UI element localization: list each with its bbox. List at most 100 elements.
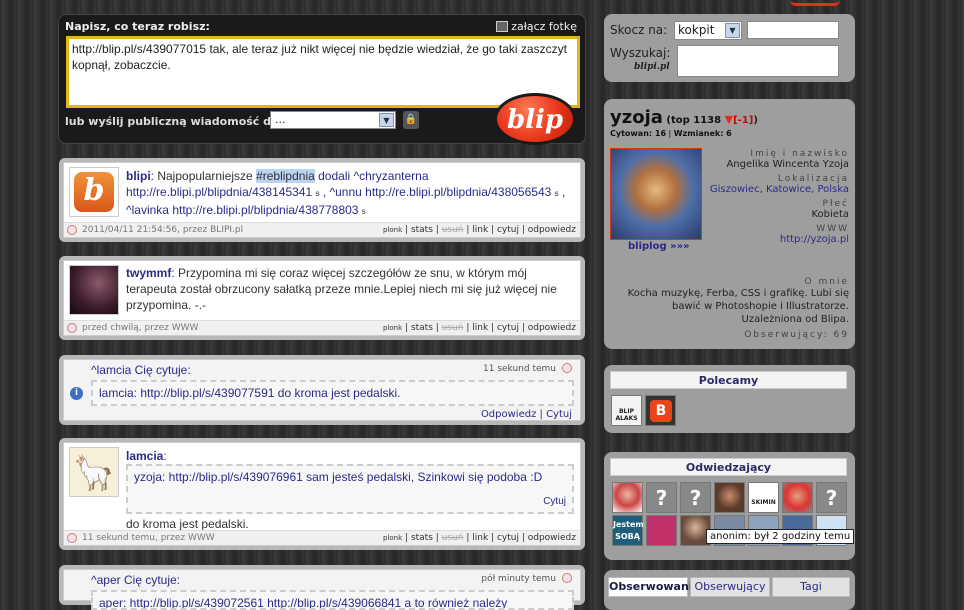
- cite-link[interactable]: cytuj: [497, 323, 519, 333]
- visitor-avatar[interactable]: Jestem SOBĄ: [612, 515, 644, 546]
- username-link[interactable]: lamcia: [126, 449, 163, 463]
- visitor-avatar[interactable]: [646, 515, 677, 546]
- avatar[interactable]: [69, 265, 119, 315]
- tab-observers[interactable]: Obserwujący: [690, 577, 770, 597]
- stats-link[interactable]: stats: [411, 323, 433, 333]
- status-text: lamcia:: [126, 449, 167, 463]
- quoted-message[interactable]: lamcia: http://blip.pl/s/439077591 do kr…: [91, 380, 574, 406]
- quote-time: 11 sekund temu: [483, 364, 556, 374]
- search-input[interactable]: [677, 45, 839, 77]
- permalink[interactable]: link: [472, 225, 488, 235]
- jump-input[interactable]: [747, 21, 839, 39]
- cite-link[interactable]: Cytuj: [543, 494, 566, 510]
- top-rank: (top 1138: [666, 115, 722, 126]
- status-body: do kroma jest pedalski.: [126, 517, 249, 531]
- visitors-box: Odwiedzający ? ? SKIMIN ? Jestem SOBĄ ano…: [604, 452, 855, 560]
- send-button[interactable]: blip: [494, 93, 576, 145]
- jump-search-box: Skocz na: kokpit ▼ Wyszukaj: blipi.pl: [604, 14, 855, 82]
- info-icon: i: [70, 387, 83, 400]
- badge-text: Jestem: [613, 520, 644, 529]
- stats-link[interactable]: stats: [411, 533, 433, 543]
- visitor-avatar[interactable]: ?: [646, 482, 677, 513]
- status-time: przed chwilą, przez WWW: [82, 323, 199, 333]
- reply-link[interactable]: odpowiedz: [528, 533, 576, 543]
- tag-link[interactable]: #reblipdnia: [256, 169, 315, 183]
- location-link[interactable]: Giszowiec: [710, 184, 760, 195]
- message-input[interactable]: http://blip.pl/s/439077015 tak, ale tera…: [66, 36, 580, 108]
- visitor-avatar[interactable]: ?: [680, 482, 711, 513]
- reply-link[interactable]: odpowiedz: [528, 323, 576, 333]
- cite-link[interactable]: cytuj: [497, 225, 519, 235]
- profile-header: yzoja (top 1138 ▼[-1]): [610, 107, 758, 128]
- quoted-text: yzoja: http://blip.pl/s/439076961 sam je…: [134, 470, 543, 484]
- quote-header[interactable]: ^lamcia Cię cytuje:: [91, 363, 191, 377]
- status-actions: plonk | stats | usuń | link | cytuj | od…: [383, 323, 576, 333]
- quote-time: pół minuty temu: [481, 574, 556, 584]
- quoted-message[interactable]: yzoja: http://blip.pl/s/439076961 sam je…: [126, 464, 574, 514]
- bliplog-link[interactable]: bliplog »»»: [628, 241, 690, 252]
- status-actions: plonk | stats | usuń | link | cytuj | od…: [383, 225, 576, 235]
- attach-photo-link[interactable]: załącz fotkę: [496, 20, 577, 33]
- visitor-avatar[interactable]: ?: [816, 482, 847, 513]
- status-bar: przed chwilą, przez WWW plonk | stats | …: [64, 320, 580, 335]
- camera-icon: [496, 21, 509, 32]
- lock-icon[interactable]: 🔒: [403, 111, 419, 129]
- visitors-title: Odwiedzający: [610, 458, 847, 476]
- shortlink-marker[interactable]: s: [362, 207, 366, 216]
- recommended-title: Polecamy: [610, 371, 847, 389]
- detail-label: WWW: [816, 224, 849, 234]
- public-message-label: lub wyślij publiczną wiadomość do:: [65, 115, 283, 128]
- visitor-avatar[interactable]: [612, 482, 643, 513]
- llama-icon: 🦙: [72, 453, 116, 493]
- cited-count: Cytowan: 16: [610, 129, 667, 138]
- profile-name: yzoja: [610, 107, 663, 128]
- reply-link[interactable]: odpowiedz: [528, 225, 576, 235]
- cite-link[interactable]: cytuj: [497, 533, 519, 543]
- profile-avatar[interactable]: [610, 148, 702, 240]
- quote-header[interactable]: ^aper Cię cytuje:: [91, 573, 180, 587]
- jump-select[interactable]: kokpit ▼: [674, 21, 742, 40]
- recommended-item[interactable]: B: [645, 395, 676, 426]
- permalink[interactable]: link: [472, 323, 488, 333]
- attach-photo-label: załącz fotkę: [511, 20, 577, 33]
- observers-count: Obserwujący: 69: [744, 330, 849, 340]
- visitor-avatar[interactable]: [782, 482, 813, 513]
- location-link[interactable]: Polska: [817, 184, 849, 195]
- www-link[interactable]: http://yzoja.pl: [708, 234, 849, 245]
- rank-change: [-1]: [733, 115, 754, 126]
- recommended-logo: B: [650, 400, 672, 422]
- visitor-avatar[interactable]: SKIMIN: [748, 482, 779, 513]
- skimin-label: SKIMIN: [751, 499, 776, 506]
- delete-link[interactable]: usuń: [442, 225, 464, 235]
- recipient-select[interactable]: ... ▼: [270, 111, 396, 129]
- delete-link[interactable]: usuń: [442, 533, 464, 543]
- cite-link[interactable]: Cytuj: [546, 409, 572, 420]
- stats-link[interactable]: stats: [411, 225, 433, 235]
- tab-tags[interactable]: Tagi: [772, 577, 850, 597]
- avatar[interactable]: b: [69, 167, 119, 217]
- detail-value: Giszowiec, Katowice, Polska: [709, 184, 849, 195]
- reply-link[interactable]: Odpowiedz: [481, 409, 536, 420]
- status-bar: 11 sekund temu, przez WWW plonk | stats …: [64, 530, 580, 545]
- detail-label: Lokalizacja: [777, 174, 849, 184]
- plonk-link[interactable]: plonk: [383, 534, 402, 542]
- about-section: O mnie Kocha muzykę, Ferba, CSS i grafik…: [612, 277, 849, 340]
- quoted-message[interactable]: aper: http://blip.pl/s/439072561 http://…: [91, 590, 574, 610]
- plonk-link[interactable]: plonk: [383, 226, 402, 234]
- visitor-avatar[interactable]: [714, 482, 745, 513]
- profile-counts: Cytowan: 16 | Wzmianek: 6: [610, 129, 732, 138]
- username-link[interactable]: twymmf: [126, 266, 171, 280]
- search-label: Wyszukaj:: [610, 46, 671, 60]
- status-text: twymmf: Przypomina mi się coraz więcej s…: [126, 265, 574, 313]
- delete-link[interactable]: usuń: [442, 323, 464, 333]
- avatar[interactable]: 🦙: [69, 447, 119, 497]
- permalink[interactable]: link: [472, 533, 488, 543]
- status-text-part: : Najpopularniejsze: [150, 169, 257, 183]
- tab-observed[interactable]: Obserwowani: [608, 577, 693, 597]
- username-link[interactable]: blipi: [126, 169, 151, 183]
- recommended-item[interactable]: BLIP ALAKS: [611, 395, 642, 426]
- plonk-link[interactable]: plonk: [383, 324, 402, 332]
- status-text: blipi: Najpopularniejsze #reblipdnia dod…: [126, 168, 574, 220]
- status-text-part: , ^unnu http://re.blipi.pl/blipdnia/4380…: [319, 185, 555, 199]
- location-link[interactable]: Katowice: [766, 184, 811, 195]
